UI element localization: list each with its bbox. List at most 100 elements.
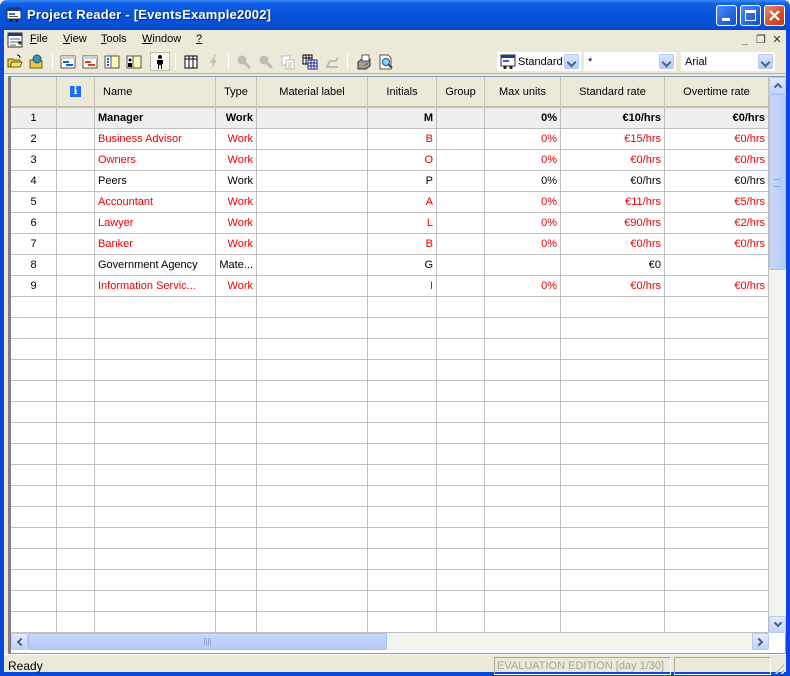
row-number[interactable] [11, 423, 57, 444]
initials-cell[interactable] [368, 486, 437, 507]
max-units-cell[interactable] [485, 612, 561, 633]
material-label-cell[interactable] [257, 234, 368, 255]
table-row[interactable]: 9 Information Servic... Work I 0% €0/hrs €0/hr… [11, 276, 769, 297]
standard-rate-cell[interactable]: €0/hrs [561, 150, 665, 171]
name-cell[interactable] [95, 339, 216, 360]
type-cell[interactable] [216, 381, 257, 402]
print-preview-button[interactable] [376, 52, 396, 71]
empty-row[interactable] [11, 507, 769, 528]
standard-rate-cell[interactable] [561, 381, 665, 402]
group-cell[interactable] [437, 213, 485, 234]
max-units-cell[interactable]: 0% [485, 129, 561, 150]
minimize-button[interactable] [716, 5, 737, 26]
type-cell[interactable] [216, 591, 257, 612]
row-number[interactable]: 3 [11, 150, 57, 171]
row-number[interactable]: 5 [11, 192, 57, 213]
material-label-cell[interactable] [257, 612, 368, 633]
row-number[interactable] [11, 549, 57, 570]
initials-cell[interactable] [368, 507, 437, 528]
row-number[interactable] [11, 339, 57, 360]
name-cell[interactable]: Lawyer [95, 213, 216, 234]
standard-rate-cell[interactable]: €0/hrs [561, 276, 665, 297]
max-units-cell[interactable] [485, 465, 561, 486]
overtime-rate-cell[interactable]: €5/hrs [665, 192, 769, 213]
name-cell[interactable] [95, 507, 216, 528]
menu-window[interactable]: Window [142, 33, 181, 45]
standard-rate-cell[interactable] [561, 402, 665, 423]
empty-row[interactable] [11, 591, 769, 612]
horizontal-scroll-thumb[interactable] [28, 633, 387, 650]
group-cell[interactable] [437, 402, 485, 423]
overtime-rate-cell[interactable] [665, 486, 769, 507]
row-number[interactable]: 4 [11, 171, 57, 192]
task-usage-button[interactable] [102, 52, 122, 71]
vertical-scroll-thumb[interactable] [769, 94, 786, 270]
type-cell[interactable] [216, 318, 257, 339]
group-cell[interactable] [437, 129, 485, 150]
open-web-button[interactable] [27, 52, 47, 71]
indicator-cell[interactable] [57, 528, 95, 549]
overtime-rate-cell[interactable] [665, 528, 769, 549]
initials-cell[interactable] [368, 339, 437, 360]
menu-tools[interactable]: Tools [101, 33, 127, 45]
max-units-cell[interactable] [485, 549, 561, 570]
overtime-rate-cell[interactable]: €0/hrs [665, 276, 769, 297]
indicator-cell[interactable] [57, 171, 95, 192]
group-cell[interactable] [437, 318, 485, 339]
empty-row[interactable] [11, 318, 769, 339]
name-cell[interactable] [95, 465, 216, 486]
indicator-cell[interactable] [57, 423, 95, 444]
row-header-corner[interactable] [11, 77, 57, 108]
row-number[interactable] [11, 486, 57, 507]
initials-cell[interactable] [368, 423, 437, 444]
chevron-down-icon[interactable] [564, 54, 579, 69]
name-cell[interactable] [95, 444, 216, 465]
vertical-scrollbar[interactable] [769, 77, 786, 633]
material-label-cell[interactable] [257, 129, 368, 150]
material-label-cell[interactable] [257, 570, 368, 591]
row-number[interactable] [11, 570, 57, 591]
name-cell[interactable] [95, 612, 216, 633]
material-label-cell[interactable] [257, 381, 368, 402]
filter-select[interactable]: * [584, 52, 676, 71]
type-cell[interactable]: Mate... [216, 255, 257, 276]
initials-cell[interactable] [368, 360, 437, 381]
initials-cell[interactable] [368, 402, 437, 423]
max-units-cell[interactable]: 0% [485, 276, 561, 297]
print-button[interactable] [354, 52, 374, 71]
max-units-cell[interactable] [485, 486, 561, 507]
material-label-cell[interactable] [257, 276, 368, 297]
horizontal-scrollbar[interactable] [11, 633, 769, 650]
initials-cell[interactable] [368, 465, 437, 486]
indicator-cell[interactable] [57, 192, 95, 213]
empty-row[interactable] [11, 381, 769, 402]
material-label-cell[interactable] [257, 444, 368, 465]
initials-cell[interactable]: L [368, 213, 437, 234]
group-cell[interactable] [437, 486, 485, 507]
overtime-rate-cell[interactable] [665, 402, 769, 423]
name-cell[interactable] [95, 318, 216, 339]
indicator-cell[interactable] [57, 444, 95, 465]
group-cell[interactable] [437, 528, 485, 549]
row-number[interactable]: 2 [11, 129, 57, 150]
max-units-cell[interactable] [485, 423, 561, 444]
name-cell[interactable] [95, 549, 216, 570]
indicator-cell[interactable] [57, 570, 95, 591]
column-header-name[interactable]: Name [95, 77, 216, 108]
row-number[interactable]: 6 [11, 213, 57, 234]
empty-row[interactable] [11, 339, 769, 360]
standard-rate-cell[interactable] [561, 570, 665, 591]
name-cell[interactable]: Banker [95, 234, 216, 255]
overtime-rate-cell[interactable] [665, 339, 769, 360]
type-cell[interactable]: Work [216, 234, 257, 255]
initials-cell[interactable] [368, 297, 437, 318]
group-cell[interactable] [437, 570, 485, 591]
scroll-down-button[interactable] [769, 616, 786, 633]
name-cell[interactable]: Government Agency [95, 255, 216, 276]
table-row[interactable]: 4 Peers Work P 0% €0/hrs €0/hrs [11, 171, 769, 192]
material-label-cell[interactable] [257, 465, 368, 486]
overtime-rate-cell[interactable]: €0/hrs [665, 150, 769, 171]
initials-cell[interactable]: O [368, 150, 437, 171]
material-label-cell[interactable] [257, 255, 368, 276]
name-cell[interactable] [95, 297, 216, 318]
